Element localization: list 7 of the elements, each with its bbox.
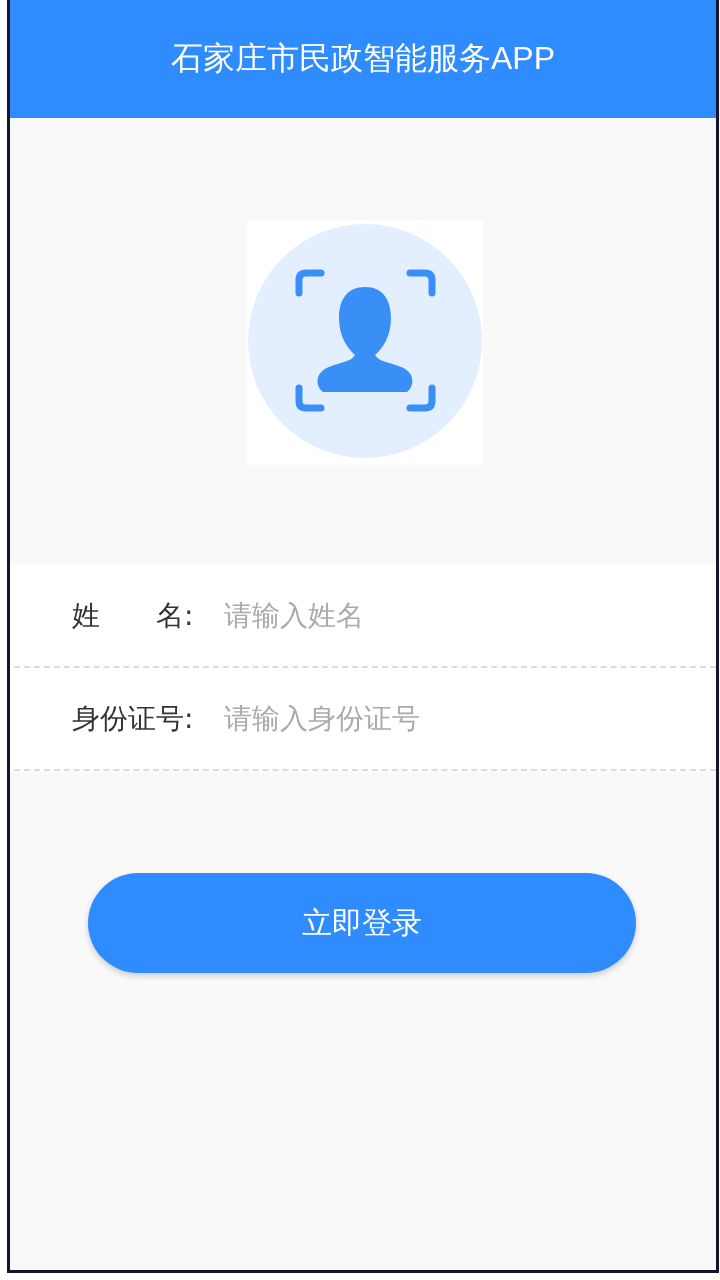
field-label: 身份证号: — [72, 700, 195, 737]
header-title: 石家庄市民政智能服务APP — [171, 39, 555, 78]
login-button[interactable]: 立即登录 — [88, 873, 636, 973]
input-field[interactable]: 请输入身份证号 — [224, 702, 716, 735]
face-scan-icon — [247, 220, 483, 465]
field-label: 姓 名: — [72, 597, 195, 634]
input-field[interactable]: 请输入姓名 — [224, 599, 716, 632]
